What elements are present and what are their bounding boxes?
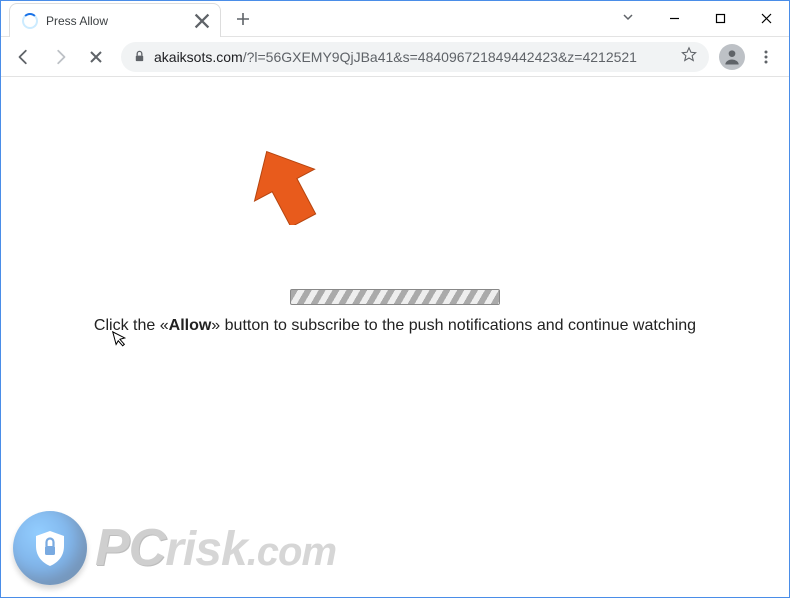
- new-tab-button[interactable]: [229, 5, 257, 33]
- tab-title: Press Allow: [46, 14, 186, 28]
- watermark-com: .com: [247, 530, 336, 574]
- forward-button[interactable]: [45, 42, 75, 72]
- url-text: akaiksots.com/?l=56GXEMY9QjJBa41&s=48409…: [154, 49, 637, 65]
- page-content: Click the «Allow» button to subscribe to…: [1, 77, 789, 597]
- profile-avatar-button[interactable]: [719, 44, 745, 70]
- minimize-button[interactable]: [651, 3, 697, 35]
- instruction-prefix: Click the «: [94, 317, 169, 334]
- titlebar-drag-region: [257, 1, 611, 36]
- window-controls: [651, 1, 789, 36]
- instruction-suffix: » button to subscribe to the push notifi…: [211, 317, 696, 334]
- watermark: PCrisk.com: [13, 511, 336, 585]
- watermark-pc: PC: [95, 519, 165, 577]
- lock-icon: [133, 50, 146, 63]
- watermark-risk: risk: [165, 523, 246, 576]
- maximize-button[interactable]: [697, 3, 743, 35]
- url-path: /?l=56GXEMY9QjJBa41&s=484096721849442423…: [243, 49, 637, 65]
- browser-tab[interactable]: Press Allow: [9, 3, 221, 37]
- back-button[interactable]: [9, 42, 39, 72]
- loading-spinner-icon: [22, 13, 38, 29]
- watermark-shield-icon: [13, 511, 87, 585]
- url-domain: akaiksots.com: [154, 49, 243, 65]
- titlebar: Press Allow: [1, 1, 789, 37]
- watermark-text: PCrisk.com: [95, 522, 336, 574]
- pointer-arrow-icon: [251, 147, 319, 225]
- fake-progress-bar: [290, 289, 500, 305]
- instruction-bold: Allow: [169, 317, 212, 334]
- stop-reload-button[interactable]: [81, 42, 111, 72]
- close-window-button[interactable]: [743, 3, 789, 35]
- bookmark-star-icon[interactable]: [681, 46, 697, 67]
- chrome-menu-button[interactable]: [751, 42, 781, 72]
- address-bar[interactable]: akaiksots.com/?l=56GXEMY9QjJBa41&s=48409…: [121, 42, 709, 72]
- instruction-text: Click the «Allow» button to subscribe to…: [94, 317, 696, 335]
- browser-toolbar: akaiksots.com/?l=56GXEMY9QjJBa41&s=48409…: [1, 37, 789, 77]
- close-tab-icon[interactable]: [194, 13, 210, 29]
- tab-search-button[interactable]: [611, 1, 645, 33]
